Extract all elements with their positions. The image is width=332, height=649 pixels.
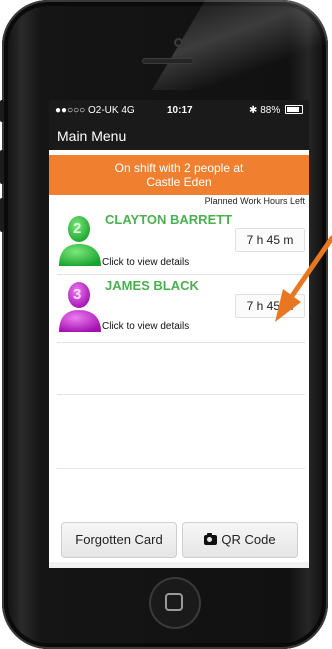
hours-left: 7 h 45 m [235, 294, 305, 318]
home-button[interactable] [149, 577, 201, 629]
banner-line-1: On shift with 2 people at [114, 161, 244, 175]
shift-banner: On shift with 2 people at Castle Eden [49, 155, 309, 195]
forgotten-card-button[interactable]: Forgotten Card [61, 522, 177, 558]
volume-up-button [0, 150, 4, 184]
person-badge: 3 [73, 286, 82, 303]
person-badge: 2 [73, 220, 82, 237]
home-square-icon [165, 593, 183, 611]
camera-icon [204, 533, 218, 545]
view-details-link[interactable]: Click to view details [102, 321, 189, 332]
mute-switch [0, 100, 4, 122]
person-row[interactable]: 2 CLAYTON BARRETT 7 h 45 m Click to view… [57, 208, 305, 275]
battery-percent: ✱ 88% [249, 105, 281, 116]
person-name: JAMES BLACK [105, 278, 199, 293]
hours-header: Planned Work Hours Left [204, 196, 305, 206]
carrier-signal: ●●○○○ O2-UK 4G [55, 105, 135, 116]
battery-icon [285, 105, 303, 114]
list-divider [57, 394, 305, 395]
banner-line-2: Castle Eden [146, 175, 212, 189]
status-bar: ●●○○○ O2-UK 4G 10:17 ✱ 88% [49, 100, 309, 120]
list-divider [57, 468, 305, 469]
qr-code-button[interactable]: QR Code [182, 522, 298, 558]
volume-down-button [0, 198, 4, 232]
person-row[interactable]: 3 JAMES BLACK 7 h 45 m Click to view det… [57, 276, 305, 343]
front-camera [174, 38, 183, 47]
app-screen: ●●○○○ O2-UK 4G 10:17 ✱ 88% Main Menu On … [49, 100, 309, 568]
forgotten-card-label: Forgotten Card [75, 532, 163, 547]
screen-bottom-strip [49, 562, 309, 568]
qr-code-label: QR Code [221, 532, 276, 547]
earpiece-speaker [142, 58, 194, 64]
view-details-link[interactable]: Click to view details [102, 257, 189, 268]
nav-bar: Main Menu [49, 120, 309, 150]
page-title: Main Menu [57, 128, 127, 144]
battery-status: ✱ 88% [249, 105, 303, 116]
hours-left: 7 h 45 m [235, 228, 305, 252]
person-name: CLAYTON BARRETT [105, 212, 233, 227]
status-time: 10:17 [167, 105, 193, 116]
phone-frame: ●●○○○ O2-UK 4G 10:17 ✱ 88% Main Menu On … [0, 0, 330, 649]
